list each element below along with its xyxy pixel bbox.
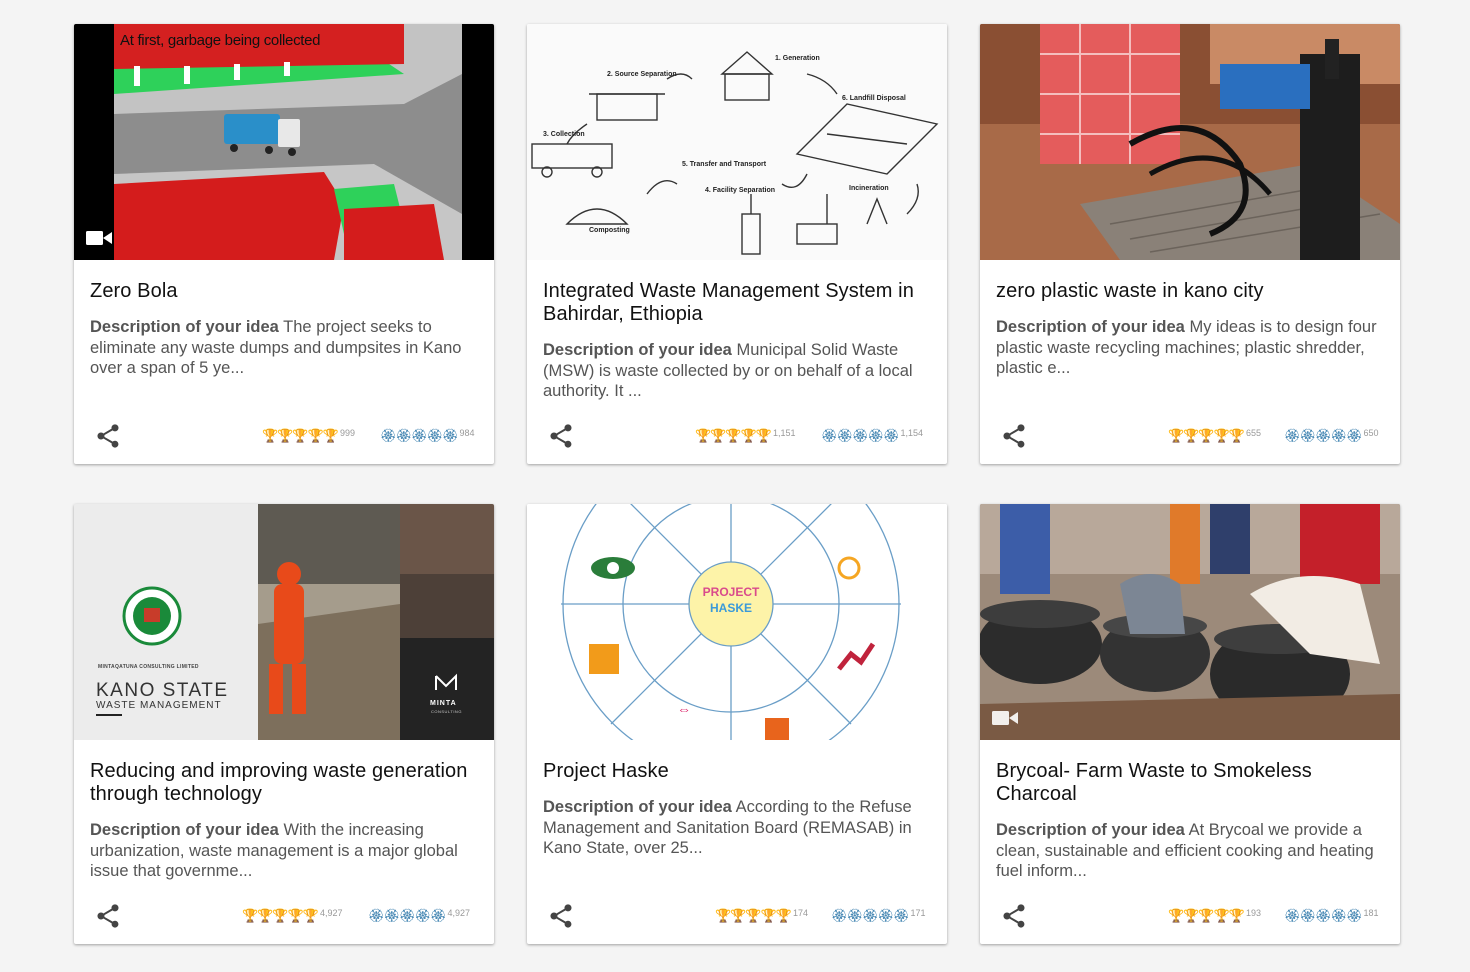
medal-rating[interactable]: 🏵🏵🏵🏵🏵 181 (1284, 908, 1379, 928)
medal-rating[interactable]: 🏵🏵🏵🏵🏵 171 (831, 908, 926, 928)
description-label: Description of your idea (996, 318, 1185, 336)
description-label: Description of your idea (543, 798, 732, 816)
idea-card[interactable]: At first, garbage being collected Zero B… (74, 24, 494, 464)
card-video-thumbnail[interactable] (980, 504, 1400, 740)
trophy-count: 193 (1245, 908, 1261, 918)
wheel-center-text: HASKE (710, 601, 752, 615)
card-description: Description of your idea The project see… (90, 317, 478, 379)
medal-icons: 🏵🏵🏵🏵🏵 (380, 428, 459, 443)
trophy-rating[interactable]: 🏆🏆🏆🏆🏆 4,927 (242, 908, 342, 928)
idea-card[interactable]: 1. Generation 2. Source Separation 3. Co… (527, 24, 947, 464)
trophy-rating[interactable]: 🏆🏆🏆🏆🏆 1,151 (695, 428, 795, 448)
medal-icons: 🏵🏵🏵🏵🏵 (821, 428, 900, 443)
card-actions: 🏆🏆🏆🏆🏆 655 🏵🏵🏵🏵🏵 650 (980, 408, 1400, 464)
card-image-sdg-wheel[interactable]: PROJECT HASKE ⇔ (527, 504, 947, 740)
card-title[interactable]: Project Haske (543, 760, 931, 783)
description-label: Description of your idea (543, 341, 732, 359)
description-label: Description of your idea (90, 821, 279, 839)
share-icon[interactable] (547, 902, 575, 930)
share-icon[interactable] (1000, 422, 1028, 450)
idea-card[interactable]: zero plastic waste in kano city Descript… (980, 24, 1400, 464)
description-label: Description of your idea (996, 821, 1185, 839)
trophy-rating[interactable]: 🏆🏆🏆🏆🏆 174 (715, 908, 808, 928)
trophy-count: 999 (339, 428, 355, 438)
medal-count: 984 (459, 428, 475, 438)
diagram-label: 5. Transfer and Transport (682, 161, 767, 168)
idea-card[interactable]: Brycoal- Farm Waste to Smokeless Charcoa… (980, 504, 1400, 944)
trophy-icons: 🏆🏆🏆🏆🏆 (242, 908, 319, 923)
video-camera-icon (86, 231, 112, 245)
card-description: Description of your idea At Brycoal we p… (996, 820, 1384, 882)
medal-count: 171 (910, 908, 926, 918)
medal-rating[interactable]: 🏵🏵🏵🏵🏵 984 (380, 428, 475, 448)
trophy-icons: 🏆🏆🏆🏆🏆 (715, 908, 792, 923)
diagram-label: 6. Landfill Disposal (842, 95, 906, 102)
trophy-rating[interactable]: 🏆🏆🏆🏆🏆 999 (262, 428, 355, 448)
card-title[interactable]: Reducing and improving waste generation … (90, 760, 478, 806)
card-description: Description of your idea Municipal Solid… (543, 340, 931, 402)
brand-underline (96, 714, 122, 716)
medal-count: 4,927 (447, 908, 471, 918)
card-description: Description of your idea According to th… (543, 797, 931, 859)
card-image-recycling-machine[interactable] (980, 24, 1400, 260)
card-image-kano-waste-management[interactable]: MINTAQATUNA CONSULTING LIMITED KANO STAT… (74, 504, 494, 740)
diagram-label: Composting (589, 227, 630, 234)
card-title[interactable]: zero plastic waste in kano city (996, 280, 1384, 303)
card-actions: 🏆🏆🏆🏆🏆 174 🏵🏵🏵🏵🏵 171 (527, 888, 947, 944)
logo-subtext: CONSULTING (431, 709, 462, 714)
video-caption: At first, garbage being collected (120, 32, 321, 49)
trophy-count: 1,151 (772, 428, 796, 438)
brand-main-text: KANO STATE (96, 680, 229, 701)
diagram-label: 4. Facility Separation (705, 187, 775, 194)
wheel-center-text: PROJECT (703, 585, 760, 599)
trophy-icons: 🏆🏆🏆🏆🏆 (262, 428, 339, 443)
share-icon[interactable] (94, 422, 122, 450)
diagram-label: Incineration (849, 185, 889, 192)
medal-count: 181 (1363, 908, 1379, 918)
trophy-icons: 🏆🏆🏆🏆🏆 (1168, 428, 1245, 443)
trophy-count: 4,927 (319, 908, 343, 918)
medal-icons: 🏵🏵🏵🏵🏵 (368, 908, 447, 923)
card-actions: 🏆🏆🏆🏆🏆 999 🏵🏵🏵🏵🏵 984 (74, 408, 494, 464)
card-title[interactable]: Zero Bola (90, 280, 478, 303)
video-camera-icon (992, 711, 1018, 725)
idea-card[interactable]: PROJECT HASKE ⇔ Project Haske Descriptio… (527, 504, 947, 944)
card-actions: 🏆🏆🏆🏆🏆 193 🏵🏵🏵🏵🏵 181 (980, 888, 1400, 944)
idea-card-grid: At first, garbage being collected Zero B… (0, 0, 1470, 972)
card-image-waste-cycle-diagram[interactable]: 1. Generation 2. Source Separation 3. Co… (527, 24, 947, 260)
card-description: Description of your idea My ideas is to … (996, 317, 1384, 379)
trophy-count: 174 (792, 908, 808, 918)
trophy-rating[interactable]: 🏆🏆🏆🏆🏆 193 (1168, 908, 1261, 928)
medal-icons: 🏵🏵🏵🏵🏵 (831, 908, 910, 923)
diagram-label: 1. Generation (775, 55, 820, 62)
medal-count: 650 (1363, 428, 1379, 438)
share-icon[interactable] (547, 422, 575, 450)
medal-rating[interactable]: 🏵🏵🏵🏵🏵 650 (1284, 428, 1379, 448)
medal-rating[interactable]: 🏵🏵🏵🏵🏵 1,154 (821, 428, 923, 448)
share-icon[interactable] (94, 902, 122, 930)
share-icon[interactable] (1000, 902, 1028, 930)
trophy-icons: 🏆🏆🏆🏆🏆 (1168, 908, 1245, 923)
medal-icons: 🏵🏵🏵🏵🏵 (1284, 428, 1363, 443)
card-video-thumbnail[interactable]: At first, garbage being collected (74, 24, 494, 260)
medal-icons: 🏵🏵🏵🏵🏵 (1284, 908, 1363, 923)
medal-rating[interactable]: 🏵🏵🏵🏵🏵 4,927 (368, 908, 470, 928)
card-actions: 🏆🏆🏆🏆🏆 4,927 🏵🏵🏵🏵🏵 4,927 (74, 888, 494, 944)
card-actions: 🏆🏆🏆🏆🏆 1,151 🏵🏵🏵🏵🏵 1,154 (527, 408, 947, 464)
diagram-label: 2. Source Separation (607, 71, 677, 78)
card-title[interactable]: Brycoal- Farm Waste to Smokeless Charcoa… (996, 760, 1384, 806)
brand-sub-text: WASTE MANAGEMENT (96, 700, 222, 711)
card-description: Description of your idea With the increa… (90, 820, 478, 882)
trophy-icons: 🏆🏆🏆🏆🏆 (695, 428, 772, 443)
trophy-rating[interactable]: 🏆🏆🏆🏆🏆 655 (1168, 428, 1261, 448)
idea-card[interactable]: MINTAQATUNA CONSULTING LIMITED KANO STAT… (74, 504, 494, 944)
brand-small-text: MINTAQATUNA CONSULTING LIMITED (98, 664, 199, 670)
medal-count: 1,154 (900, 428, 924, 438)
diagram-label: 3. Collection (543, 131, 585, 138)
card-title[interactable]: Integrated Waste Management System in Ba… (543, 280, 931, 326)
description-label: Description of your idea (90, 318, 279, 336)
logo-text: MINTA (430, 700, 457, 707)
svg-text:⇔: ⇔ (677, 701, 691, 717)
trophy-count: 655 (1245, 428, 1261, 438)
